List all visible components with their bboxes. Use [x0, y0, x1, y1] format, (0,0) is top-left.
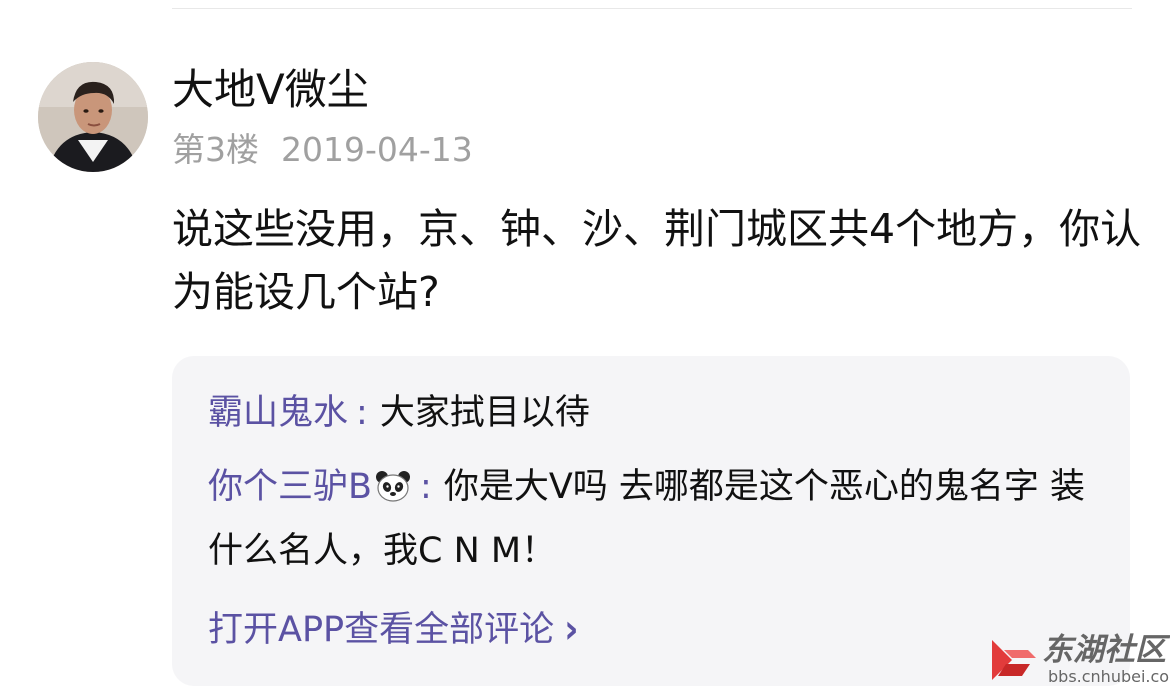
post-content: 说这些没用，京、钟、沙、荆门城区共4个地方，你认为能设几个站?	[172, 205, 1142, 316]
reply-separator: :	[420, 467, 432, 507]
post-date: 2019-04-13	[281, 130, 473, 169]
open-app-label: 打开APP查看全部评论	[208, 610, 555, 650]
avatar-image	[38, 62, 148, 172]
chevron-right-icon: ›	[564, 607, 579, 653]
reply-separator: :	[356, 393, 368, 433]
open-app-link[interactable]: 打开APP查看全部评论 ›	[208, 602, 579, 658]
watermark-brand: 东湖社区	[1042, 632, 1166, 668]
author-name[interactable]: 大地V微尘	[172, 62, 369, 118]
reply-item: 霸山鬼水: 大家拭目以待	[208, 384, 1088, 442]
dong-hu-logo-icon	[992, 640, 1036, 680]
top-divider	[172, 8, 1132, 9]
avatar[interactable]	[38, 62, 148, 172]
reply-preview-box[interactable]: 霸山鬼水: 大家拭目以待 你个三驴B: 你是大V吗 去哪都是这个恶心的鬼名字 装什么…	[172, 356, 1130, 686]
comment-page: 大地V微尘 第3楼 2019-04-13 说这些没用，京、钟、沙、荆门城区共4个地…	[0, 0, 1170, 689]
watermark-url: bbs.cnhubei.com	[1048, 667, 1170, 686]
watermark: 东湖社区 bbs.cnhubei.com	[988, 632, 1170, 688]
reply-author[interactable]: 你个三驴B	[208, 467, 412, 507]
reply-item: 你个三驴B: 你是大V吗 去哪都是这个恶心的鬼名字 装什么名人，我C N M！	[208, 458, 1088, 580]
post-meta: 第3楼 2019-04-13	[172, 128, 473, 172]
floor-number: 第3楼	[172, 130, 259, 169]
panda-icon	[374, 464, 412, 522]
reply-author[interactable]: 霸山鬼水	[208, 393, 348, 433]
reply-author-text: 你个三驴B	[208, 467, 373, 507]
reply-text: 大家拭目以待	[379, 393, 590, 433]
